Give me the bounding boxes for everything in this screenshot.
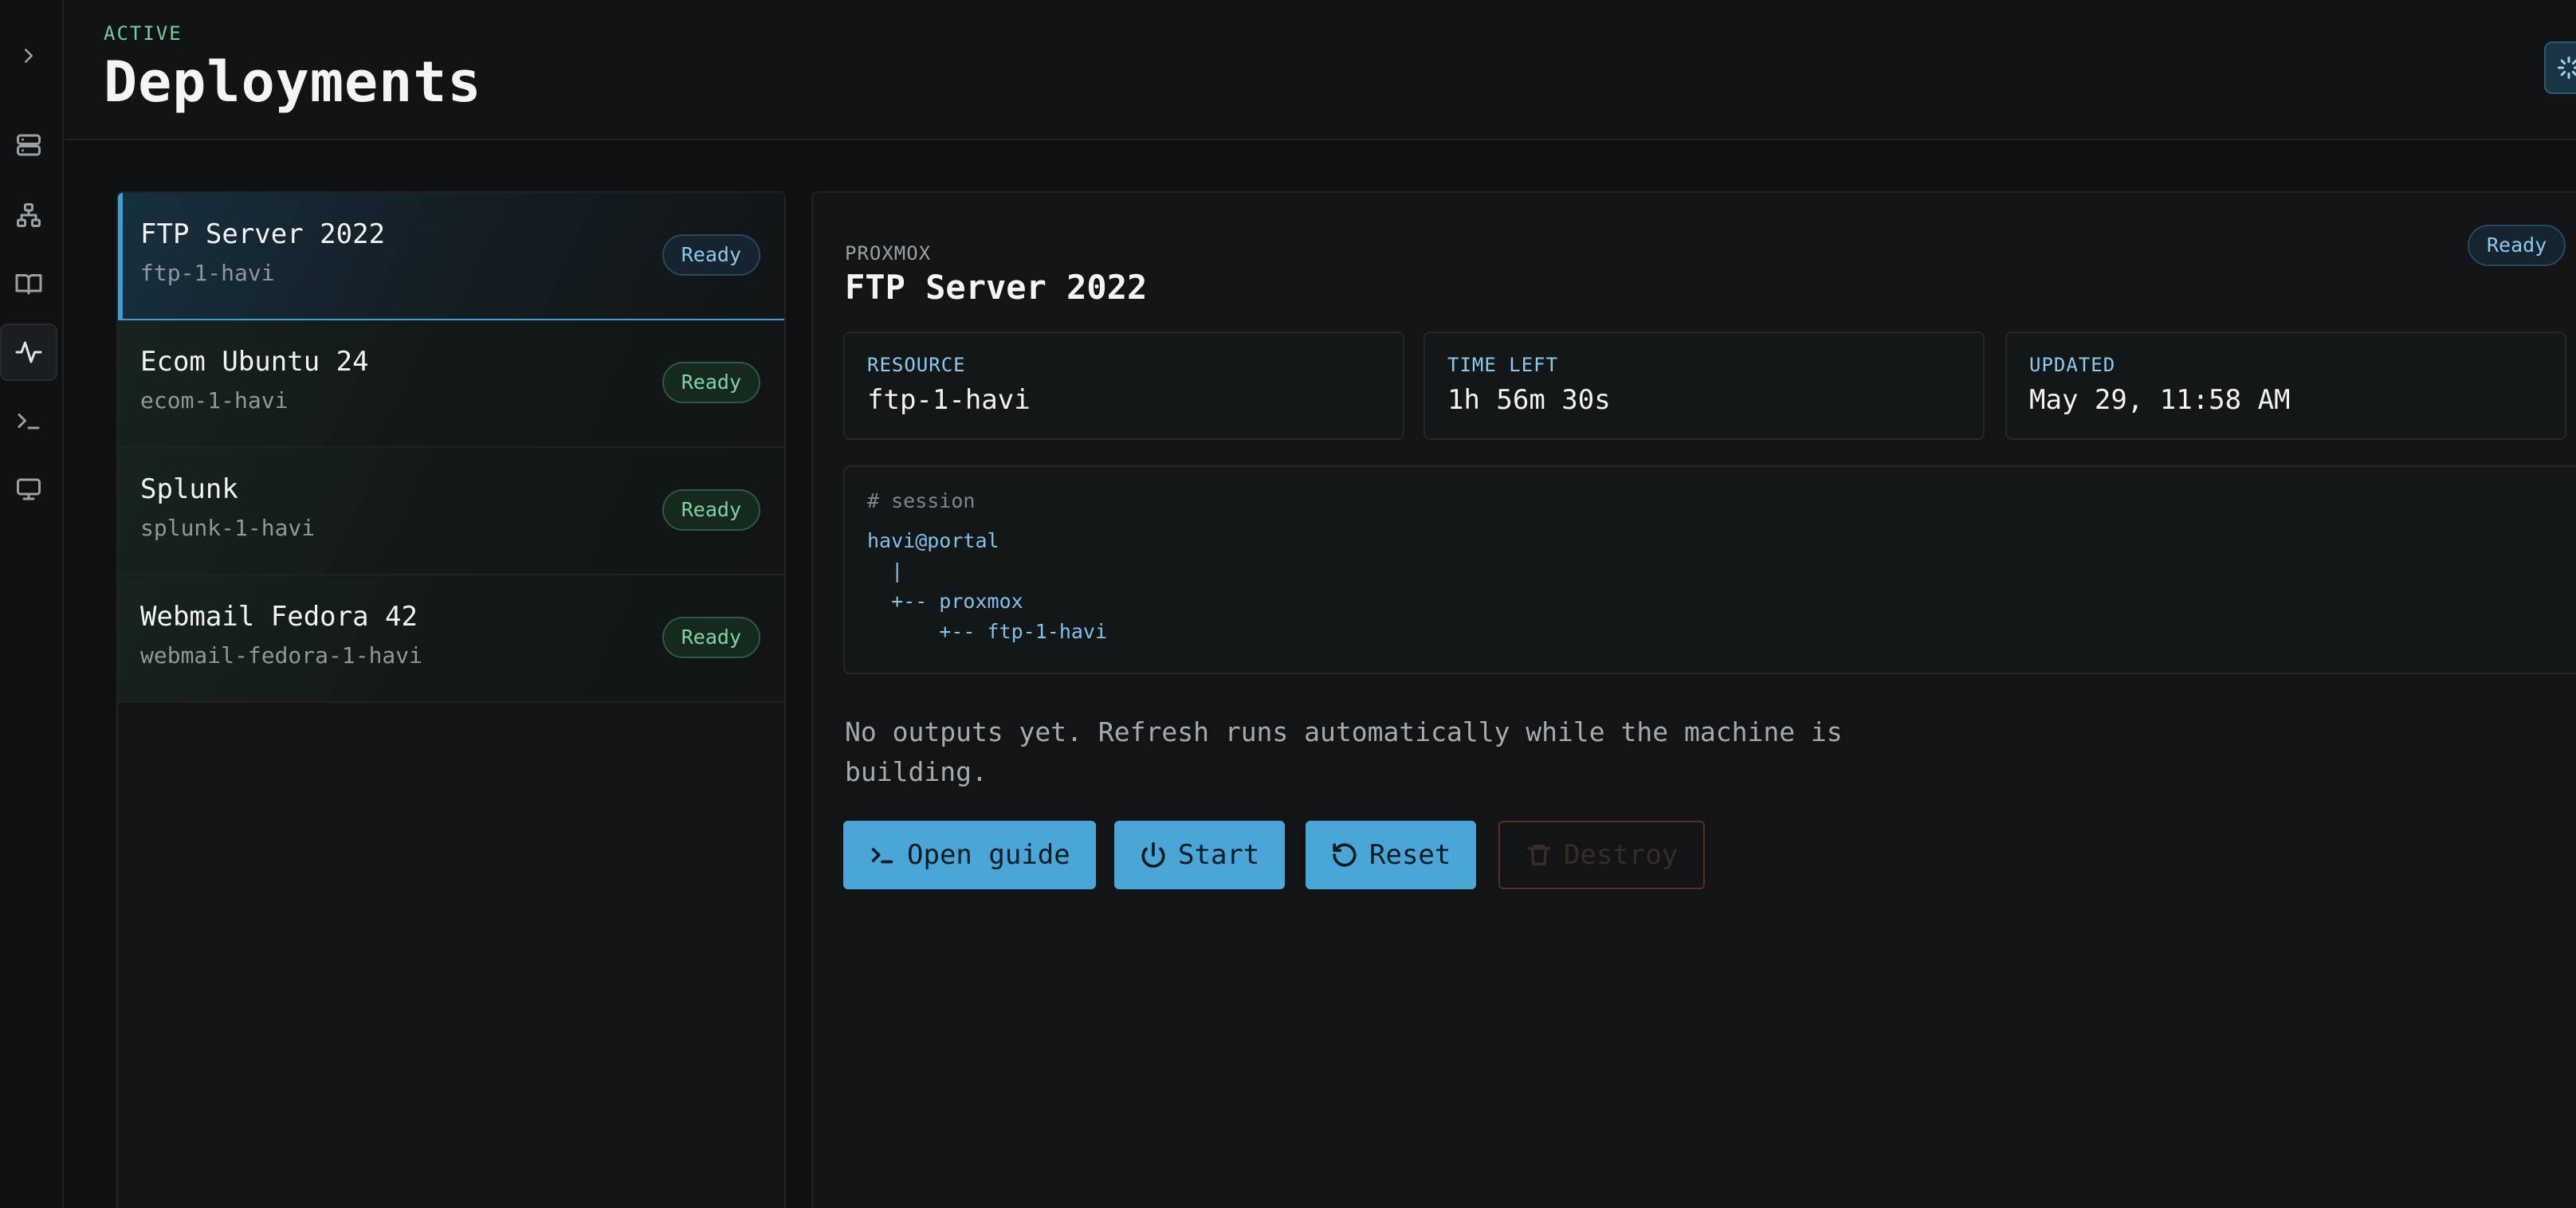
rotate-ccw-icon bbox=[1333, 843, 1357, 867]
session-tree: # session havi@portal | +-- proxmox +-- … bbox=[843, 465, 2576, 674]
status-badge: Ready bbox=[662, 489, 760, 531]
deployment-item-splunk[interactable]: Splunk splunk-1-havi Ready bbox=[118, 448, 784, 575]
stat-value: May 29, 11:58 AM bbox=[2029, 384, 2291, 416]
deployment-name: FTP Server 2022 bbox=[140, 218, 386, 250]
network-icon bbox=[17, 203, 41, 227]
deployment-list: FTP Server 2022 ftp-1-havi Ready Ecom Ub… bbox=[116, 191, 786, 1208]
side-rail bbox=[0, 0, 64, 1208]
detail-title: FTP Server 2022 bbox=[845, 268, 1148, 307]
button-label: Destroy bbox=[1564, 839, 1679, 871]
provider-label: PROXMOX bbox=[845, 242, 932, 265]
rail-item-desktop[interactable] bbox=[0, 461, 57, 518]
resource-card: RESOURCE ftp-1-havi bbox=[843, 331, 1404, 440]
session-line: +-- ftp-1-havi bbox=[867, 620, 1108, 643]
book-icon bbox=[15, 274, 42, 295]
trash-icon bbox=[1527, 844, 1551, 866]
stat-label: RESOURCE bbox=[867, 354, 966, 376]
empty-outputs-message: No outputs yet. Refresh runs automatical… bbox=[845, 716, 1843, 787]
deployment-name: Splunk bbox=[140, 473, 238, 505]
deployment-host: ecom-1-havi bbox=[140, 387, 289, 414]
destroy-button[interactable]: Destroy bbox=[1498, 821, 1706, 889]
deployment-host: webmail-fedora-1-havi bbox=[140, 642, 423, 669]
chevron-right-icon bbox=[25, 49, 33, 63]
session-comment: # session bbox=[867, 489, 976, 512]
deployment-item-webmail[interactable]: Webmail Fedora 42 webmail-fedora-1-havi … bbox=[118, 575, 784, 703]
power-icon bbox=[1141, 841, 1165, 868]
monitor-icon bbox=[17, 478, 41, 500]
status-badge: Ready bbox=[662, 617, 760, 658]
button-label: Open guide bbox=[907, 839, 1070, 871]
button-label: Reset bbox=[1369, 839, 1451, 871]
rail-item-terminal[interactable] bbox=[0, 392, 57, 449]
status-badge: Ready bbox=[662, 362, 760, 403]
terminal-icon bbox=[18, 414, 40, 429]
session-line: | bbox=[867, 559, 904, 582]
activity-icon bbox=[15, 341, 42, 363]
status-badge: Ready bbox=[662, 234, 760, 276]
deployment-host: ftp-1-havi bbox=[140, 260, 275, 286]
stat-value: ftp-1-havi bbox=[867, 384, 1031, 416]
deployment-item-ecom[interactable]: Ecom Ubuntu 24 ecom-1-havi Ready bbox=[118, 320, 784, 448]
time-left-card: TIME LEFT 1h 56m 30s bbox=[1423, 331, 1985, 440]
deployment-item-ftp[interactable]: FTP Server 2022 ftp-1-havi Ready bbox=[118, 193, 784, 320]
updated-card: UPDATED May 29, 11:58 AM bbox=[2005, 331, 2566, 440]
loader-icon bbox=[2558, 57, 2576, 79]
deployment-detail: Ready PROXMOX FTP Server 2022 RESOURCE f… bbox=[811, 191, 2576, 1208]
rail-item-guides[interactable] bbox=[0, 255, 57, 312]
stat-label: TIME LEFT bbox=[1447, 354, 1559, 376]
page-header: ACTIVE Deployments bbox=[65, 0, 2576, 140]
terminal-icon bbox=[871, 848, 893, 864]
header-action-button[interactable] bbox=[2544, 41, 2576, 94]
app-root: ACTIVE Deployments FTP Server 2022 ftp-1… bbox=[0, 0, 2576, 1208]
start-button[interactable]: Start bbox=[1114, 821, 1286, 889]
session-line: havi@portal bbox=[867, 529, 999, 552]
rail-item-network[interactable] bbox=[0, 186, 57, 244]
stat-label: UPDATED bbox=[2029, 354, 2116, 376]
page-eyebrow: ACTIVE bbox=[104, 22, 183, 45]
server-icon bbox=[17, 134, 41, 156]
session-line: +-- proxmox bbox=[867, 590, 1023, 613]
open-guide-button[interactable]: Open guide bbox=[843, 821, 1096, 889]
rail-item-servers[interactable] bbox=[0, 116, 57, 174]
deployment-name: Webmail Fedora 42 bbox=[140, 601, 418, 633]
reset-button[interactable]: Reset bbox=[1306, 821, 1477, 889]
rail-item-deployments[interactable] bbox=[0, 324, 57, 381]
detail-status-badge: Ready bbox=[2468, 225, 2566, 266]
deployment-host: splunk-1-havi bbox=[140, 515, 316, 541]
deployment-name: Ecom Ubuntu 24 bbox=[140, 346, 369, 378]
expand-rail-button[interactable] bbox=[0, 27, 57, 84]
page-title: Deployments bbox=[104, 49, 482, 115]
button-label: Start bbox=[1178, 839, 1260, 871]
stat-value: 1h 56m 30s bbox=[1447, 384, 1611, 416]
